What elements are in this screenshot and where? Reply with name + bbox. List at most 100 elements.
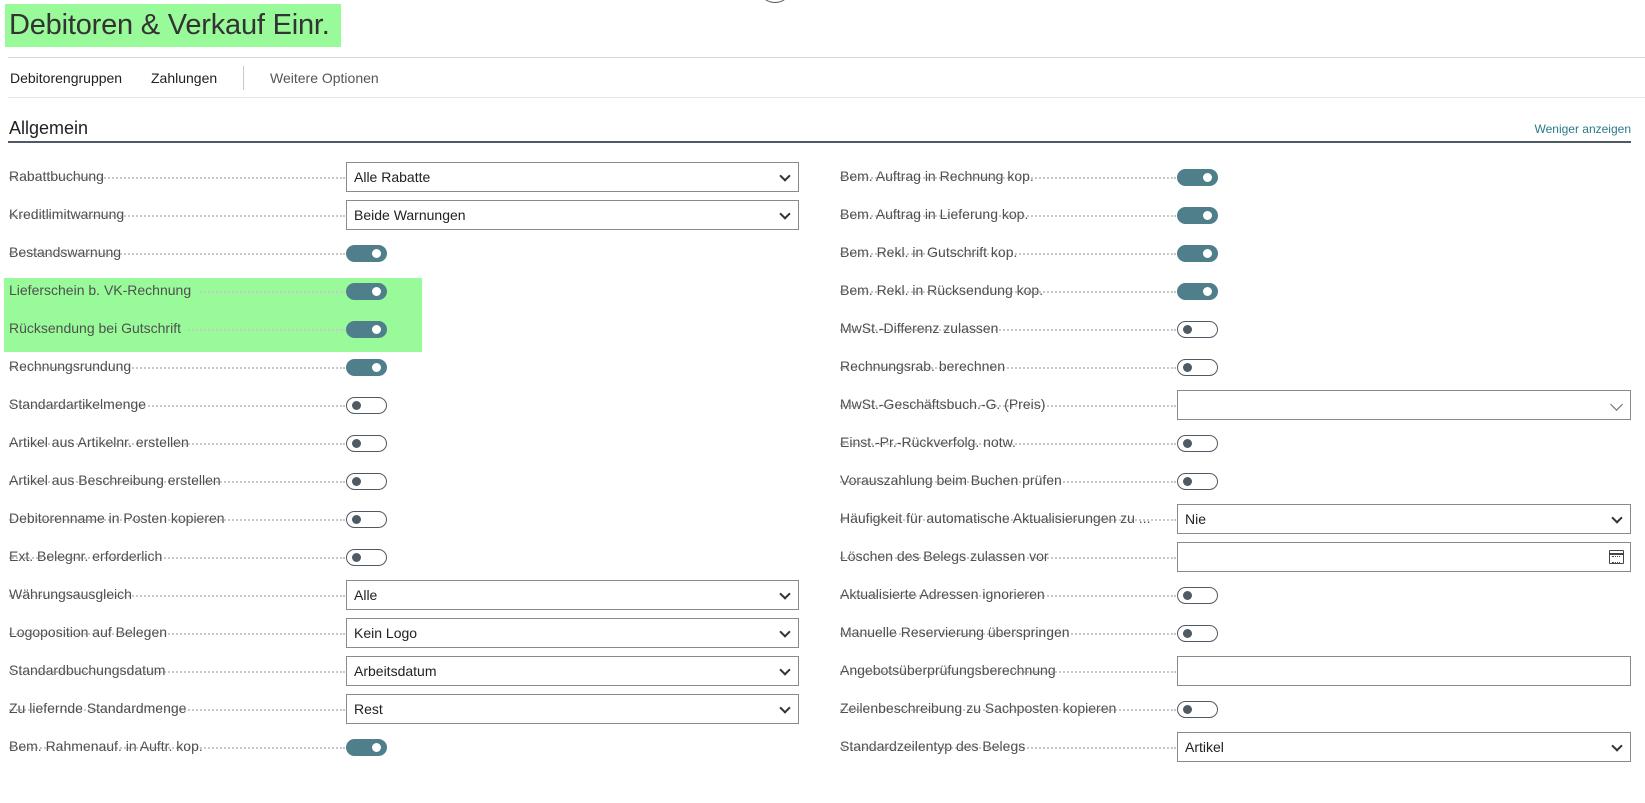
toggle-bestandswarnung[interactable] <box>346 245 387 262</box>
chevron-down-icon <box>779 208 791 220</box>
chevron-down-icon <box>779 626 791 638</box>
toggle-artikel-aus-artikelnr-erstellen[interactable] <box>346 435 387 452</box>
field-label: Standardartikelmenge <box>9 396 146 412</box>
toggle-artikel-aus-beschreibung-erstellen[interactable] <box>346 473 387 490</box>
chevron-down-icon <box>1610 398 1623 411</box>
field-label: Rechnungsrab. berechnen <box>840 358 1006 374</box>
select-standardzeilentyp-des-belegs[interactable]: Artikel <box>1177 732 1631 762</box>
field-row-bem-rekl-in-gutschrift-kop: Bem. Rekl. in Gutschrift kop. <box>840 238 1631 268</box>
show-less-link[interactable]: Weniger anzeigen <box>1534 122 1631 136</box>
field-row-lieferschein-b-vk-rechnung: Lieferschein b. VK-Rechnung <box>9 276 800 306</box>
field-label: Angebotsüberprüfungsberechnung <box>840 662 1056 678</box>
action-more-options[interactable]: Weitere Optionen <box>270 70 379 86</box>
toggle-bem-rekl-in-ruecksendung-kop[interactable] <box>1177 283 1218 300</box>
toggle-knob <box>1183 438 1192 448</box>
field-label: Logoposition auf Belegen <box>9 624 168 640</box>
toggle-knob <box>372 743 381 752</box>
toggle-ext-belegnr-erforderlich[interactable] <box>346 549 387 566</box>
toggle-zeilenbeschreibung-zu-sachposten-kopieren[interactable] <box>1177 701 1218 718</box>
toggle-standardartikelmenge[interactable] <box>346 397 387 414</box>
toggle-bem-auftrag-in-rechnung-kop[interactable] <box>1177 169 1218 186</box>
action-payments[interactable]: Zahlungen <box>151 70 217 86</box>
field-row-logoposition-auf-belegen: Logoposition auf Belegen Kein Logo <box>9 618 800 648</box>
section-title[interactable]: Allgemein <box>9 118 88 139</box>
field-row-haeufigkeit-fuer-automatische-aktualisierungen-zu: Häufigkeit für automatische Aktualisieru… <box>840 504 1631 534</box>
select-value: Beide Warnungen <box>354 207 466 223</box>
field-label: Zeilenbeschreibung zu Sachposten kopiere… <box>840 700 1117 716</box>
toggle-mwst-differenz-zulassen[interactable] <box>1177 321 1218 338</box>
field-label: Artikel aus Beschreibung erstellen <box>9 472 221 488</box>
select-value: Arbeitsdatum <box>354 663 437 679</box>
toggle-ruecksendung-bei-gutschrift[interactable] <box>346 321 387 338</box>
select-mwst-geschaeftsbuch-g-preis[interactable] <box>1177 390 1631 420</box>
select-waehrungsausgleich[interactable]: Alle <box>346 580 799 610</box>
toggle-rechnungsrundung[interactable] <box>346 359 387 376</box>
field-label: Häufigkeit für automatische Aktualisieru… <box>840 510 1151 526</box>
field-label: Bem. Rekl. in Gutschrift kop. <box>840 244 1018 260</box>
field-row-debitorenname-in-posten-kopieren: Debitorenname in Posten kopieren <box>9 504 800 534</box>
toggle-knob <box>372 249 381 258</box>
toggle-knob <box>352 476 361 486</box>
toggle-knob <box>372 325 381 334</box>
field-label: Währungsausgleich <box>9 586 132 602</box>
date-input-loeschen-des-belegs-zulassen-vor[interactable] <box>1177 542 1631 572</box>
chevron-down-icon <box>1611 740 1623 752</box>
toggle-bem-rahmenauf-in-auftr-kop[interactable] <box>346 739 387 756</box>
select-rabattbuchung[interactable]: Alle Rabatte <box>346 162 799 192</box>
field-label: Bem. Rahmenauf. in Auftr. kop. <box>9 738 203 754</box>
select-value: Rest <box>354 701 383 717</box>
toggle-debitorenname-in-posten-kopieren[interactable] <box>346 511 387 528</box>
field-row-rechnungsrundung: Rechnungsrundung <box>9 352 800 382</box>
select-value: Alle <box>354 587 378 603</box>
field-label: Rabattbuchung <box>9 168 104 184</box>
field-row-aktualisierte-adressen-ignorieren: Aktualisierte Adressen ignorieren <box>840 580 1631 610</box>
field-label: Bem. Auftrag in Lieferung kop. <box>840 206 1029 222</box>
field-row-manuelle-reservierung-ueberspringen: Manuelle Reservierung überspringen <box>840 618 1631 648</box>
toggle-lieferschein-b-vk-rechnung[interactable] <box>346 283 387 300</box>
field-label: Zu liefernde Standardmenge <box>9 700 187 716</box>
field-row-ext-belegnr-erforderlich: Ext. Belegnr. erforderlich <box>9 542 800 572</box>
toggle-knob <box>1203 211 1212 220</box>
field-row-standardzeilentyp-des-belegs: Standardzeilentyp des Belegs Artikel <box>840 732 1631 762</box>
select-kreditlimitwarnung[interactable]: Beide Warnungen <box>346 200 799 230</box>
field-row-artikel-aus-beschreibung-erstellen: Artikel aus Beschreibung erstellen <box>9 466 800 496</box>
toggle-knob <box>352 438 361 448</box>
toggle-aktualisierte-adressen-ignorieren[interactable] <box>1177 587 1218 604</box>
field-label: Bem. Rekl. in Rücksendung kop. <box>840 282 1044 298</box>
calendar-icon[interactable] <box>1609 550 1624 564</box>
select-standardbuchungsdatum[interactable]: Arbeitsdatum <box>346 656 799 686</box>
toggle-manuelle-reservierung-ueberspringen[interactable] <box>1177 625 1218 642</box>
field-row-standardbuchungsdatum: Standardbuchungsdatum Arbeitsdatum <box>9 656 800 686</box>
field-row-bem-auftrag-in-rechnung-kop: Bem. Auftrag in Rechnung kop. <box>840 162 1631 192</box>
chevron-down-icon <box>779 170 791 182</box>
toggle-knob <box>372 287 381 296</box>
toggle-knob <box>1183 476 1192 486</box>
select-value: Kein Logo <box>354 625 418 641</box>
toggle-einst-pr-rueckverfolg-notw[interactable] <box>1177 435 1218 452</box>
action-divider <box>243 66 244 90</box>
toggle-knob <box>1183 704 1192 714</box>
field-row-bem-rahmenauf-in-auftr-kop: Bem. Rahmenauf. in Auftr. kop. <box>9 732 800 762</box>
action-customer-groups[interactable]: Debitorengruppen <box>10 70 122 86</box>
field-label: Debitorenname in Posten kopieren <box>9 510 225 526</box>
toggle-rechnungsrab-berechnen[interactable] <box>1177 359 1218 376</box>
field-label: Artikel aus Artikelnr. erstellen <box>9 434 189 450</box>
field-row-ruecksendung-bei-gutschrift: Rücksendung bei Gutschrift <box>9 314 800 344</box>
select-logoposition-auf-belegen[interactable]: Kein Logo <box>346 618 799 648</box>
select-value: Artikel <box>1185 739 1224 755</box>
toggle-bem-rekl-in-gutschrift-kop[interactable] <box>1177 245 1218 262</box>
field-row-mwst-geschaeftsbuch-g-preis: MwSt.-Geschäftsbuch.-G. (Preis) <box>840 390 1631 420</box>
select-haeufigkeit-fuer-automatische-aktualisierungen-zu[interactable]: Nie <box>1177 504 1631 534</box>
text-input-angebotsueberpruefungsberechnung[interactable] <box>1177 656 1631 686</box>
toggle-knob <box>1203 249 1212 258</box>
toggle-bem-auftrag-in-lieferung-kop[interactable] <box>1177 207 1218 224</box>
toggle-knob <box>1183 362 1192 372</box>
field-row-einst-pr-rueckverfolg-notw: Einst.-Pr.-Rückverfolg. notw. <box>840 428 1631 458</box>
toggle-vorauszahlung-beim-buchen-pruefen[interactable] <box>1177 473 1218 490</box>
select-zu-liefernde-standardmenge[interactable]: Rest <box>346 694 799 724</box>
field-row-zu-liefernde-standardmenge: Zu liefernde Standardmenge Rest <box>9 694 800 724</box>
field-row-kreditlimitwarnung: Kreditlimitwarnung Beide Warnungen <box>9 200 800 230</box>
action-bar: Debitorengruppen Zahlungen Weitere Optio… <box>0 58 1645 97</box>
field-row-vorauszahlung-beim-buchen-pruefen: Vorauszahlung beim Buchen prüfen <box>840 466 1631 496</box>
field-row-bestandswarnung: Bestandswarnung <box>9 238 800 268</box>
